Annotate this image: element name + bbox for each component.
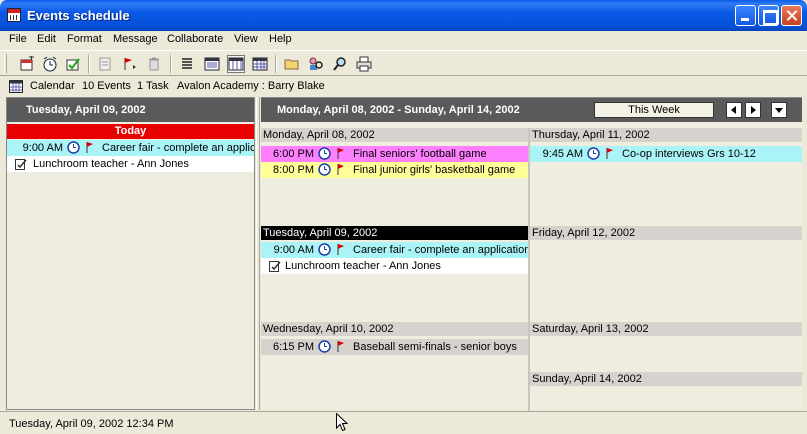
new-alarm-icon[interactable] [41, 55, 59, 73]
today-banner[interactable]: Today [7, 124, 254, 139]
copy-icon[interactable] [96, 55, 114, 73]
event-football-game[interactable]: 6:00 PM Final seniors' football game [261, 146, 528, 162]
clock-icon [318, 147, 331, 162]
menu-edit[interactable]: Edit [37, 33, 56, 45]
panel-splitter[interactable] [256, 97, 260, 410]
event-career-fair[interactable]: 9:00 AM Career fair - complete an applic… [261, 242, 528, 258]
event-title: Final seniors' football game [353, 148, 487, 160]
clock-icon [67, 141, 80, 156]
menu-help[interactable]: Help [269, 33, 292, 45]
day-panel: Tuesday, April 09, 2002 Today 9:00 AM Ca… [6, 97, 255, 410]
task-icon [15, 158, 27, 173]
left-task-lunchroom[interactable]: Lunchroom teacher - Ann Jones [7, 156, 254, 172]
event-title: Final junior girls' basketball game [353, 164, 516, 176]
previous-week-button[interactable] [726, 102, 742, 118]
event-title: Career fair - complete an application [102, 142, 254, 154]
clock-icon [318, 243, 331, 258]
menu-file[interactable]: File [9, 33, 27, 45]
arrow-right-icon [751, 106, 756, 114]
mouse-pointer-icon [336, 412, 349, 434]
event-time: 9:00 AM [273, 244, 314, 256]
flag-icon [337, 244, 345, 258]
new-task-icon[interactable] [64, 55, 82, 73]
column-divider [528, 128, 530, 411]
selected-date-header: Tuesday, April 09, 2002 [7, 98, 254, 122]
week-view-icon[interactable] [227, 55, 245, 73]
event-time: 9:00 AM [22, 142, 63, 154]
menu-message[interactable]: Message [113, 33, 158, 45]
day-header-wednesday[interactable]: Wednesday, April 10, 2002 [261, 322, 528, 336]
window-title: Events schedule [27, 8, 130, 23]
this-week-button[interactable]: This Week [594, 102, 714, 118]
menu-format[interactable]: Format [67, 33, 102, 45]
calendar-icon [9, 79, 23, 96]
chevron-down-icon [775, 108, 783, 113]
next-week-button[interactable] [745, 102, 761, 118]
send-flag-icon[interactable] [120, 55, 138, 73]
people-search-icon[interactable] [307, 55, 325, 73]
week-dropdown-button[interactable] [771, 102, 787, 118]
item-counts: 10 Events 1 Task [82, 80, 169, 92]
title-bar[interactable]: Events schedule [0, 0, 807, 31]
calendar-app-icon[interactable] [7, 8, 21, 22]
menu-collaborate[interactable]: Collaborate [167, 33, 223, 45]
event-time: 6:00 PM [273, 148, 314, 160]
day-header-thursday[interactable]: Thursday, April 11, 2002 [530, 128, 802, 142]
flag-icon [86, 142, 94, 156]
day-header-monday[interactable]: Monday, April 08, 2002 [261, 128, 528, 142]
status-datetime: Tuesday, April 09, 2002 12:34 PM [9, 418, 174, 430]
week-panel: Monday, April 08, 2002 - Sunday, April 1… [261, 97, 802, 411]
info-bar: Calendar 10 Events 1 Task Avalon Academy… [0, 77, 807, 95]
menu-view[interactable]: View [234, 33, 258, 45]
event-title: Co-op interviews Grs 10-12 [622, 148, 756, 160]
status-bar: Tuesday, April 09, 2002 12:34 PM [0, 411, 807, 434]
flag-icon [337, 148, 345, 162]
menu-bar: File Edit Format Message Collaborate Vie… [0, 31, 807, 49]
event-time: 8:00 PM [273, 164, 314, 176]
day-header-sunday[interactable]: Sunday, April 14, 2002 [530, 372, 802, 386]
day-header-friday[interactable]: Friday, April 12, 2002 [530, 226, 802, 240]
list-view-icon[interactable] [178, 55, 196, 73]
flag-icon [606, 148, 614, 162]
task-icon [269, 260, 281, 275]
maximize-button[interactable] [758, 5, 779, 26]
day-header-tuesday[interactable]: Tuesday, April 09, 2002 [261, 226, 528, 240]
day-header-saturday[interactable]: Saturday, April 13, 2002 [530, 322, 802, 336]
event-time: 9:45 AM [542, 148, 583, 160]
event-title: Career fair - complete an application [353, 244, 528, 256]
find-icon[interactable] [331, 55, 349, 73]
day-view-icon[interactable] [203, 55, 221, 73]
event-time: 6:15 PM [273, 341, 314, 353]
toolbar [0, 50, 807, 76]
task-title: Lunchroom teacher - Ann Jones [285, 260, 441, 272]
arrow-left-icon [731, 106, 736, 114]
month-view-icon[interactable] [251, 55, 269, 73]
folder-icon[interactable] [283, 55, 301, 73]
new-event-icon[interactable] [18, 55, 36, 73]
delete-icon[interactable] [145, 55, 163, 73]
clock-icon [587, 147, 600, 162]
toolbar-grip[interactable] [4, 54, 7, 73]
print-icon[interactable] [355, 55, 373, 73]
close-button[interactable] [781, 5, 802, 26]
event-coop-interviews[interactable]: 9:45 AM Co-op interviews Grs 10-12 [530, 146, 802, 162]
event-baseball-semifinals[interactable]: 6:15 PM Baseball semi-finals - senior bo… [261, 339, 528, 355]
event-basketball-game[interactable]: 8:00 PM Final junior girls' basketball g… [261, 162, 528, 178]
minimize-button[interactable] [735, 5, 756, 26]
calendar-owner: Avalon Academy : Barry Blake [177, 80, 325, 92]
task-lunchroom[interactable]: Lunchroom teacher - Ann Jones [261, 258, 528, 274]
view-name: Calendar [30, 80, 75, 92]
task-title: Lunchroom teacher - Ann Jones [33, 158, 189, 170]
flag-icon [337, 164, 345, 178]
left-event-career-fair[interactable]: 9:00 AM Career fair - complete an applic… [7, 140, 254, 156]
event-title: Baseball semi-finals - senior boys [353, 341, 517, 353]
flag-icon [337, 341, 345, 355]
clock-icon [318, 340, 331, 355]
clock-icon [318, 163, 331, 178]
week-header: Monday, April 08, 2002 - Sunday, April 1… [261, 98, 802, 122]
week-range: Monday, April 08, 2002 - Sunday, April 1… [277, 104, 520, 116]
